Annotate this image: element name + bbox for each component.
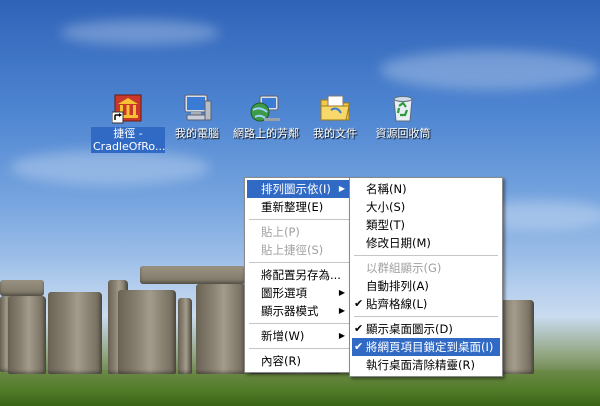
menu-item-label: 重新整理(E) bbox=[261, 200, 324, 214]
menu-item-label: 貼上(P) bbox=[261, 225, 300, 239]
desktop-icon-my-computer[interactable]: 我的電腦 bbox=[160, 92, 234, 140]
menu-item-label: 顯示桌面圖示(D) bbox=[366, 322, 453, 336]
menu-item-label: 貼上捷徑(S) bbox=[261, 243, 324, 257]
menu-item-label: 大小(S) bbox=[366, 200, 406, 214]
desktop-icon-recycle-bin[interactable]: 資源回收筒 bbox=[366, 92, 440, 140]
menu-separator bbox=[249, 219, 349, 220]
menu-item-label: 將配置另存為... bbox=[261, 268, 341, 282]
menu-item-save-layout[interactable]: 將配置另存為... bbox=[247, 266, 351, 284]
cloud bbox=[10, 150, 210, 185]
menu-item-label: 貼齊格線(L) bbox=[366, 297, 428, 311]
menu-item-properties[interactable]: 內容(R) bbox=[247, 352, 351, 370]
menu-item-label: 顯示器模式 bbox=[261, 304, 319, 318]
menu-item-label: 圖形選項 bbox=[261, 286, 307, 300]
menu-item-display-mode[interactable]: 顯示器模式 ▶ bbox=[247, 302, 351, 320]
desktop-icon-label: 資源回收筒 bbox=[375, 127, 431, 140]
submenu-item-modified[interactable]: 修改日期(M) bbox=[352, 234, 500, 252]
lintel-stone bbox=[140, 266, 245, 284]
desktop-icon-label: 我的電腦 bbox=[175, 127, 219, 140]
menu-item-label: 修改日期(M) bbox=[366, 236, 431, 250]
checkmark-icon: ✔ bbox=[354, 322, 364, 335]
menu-item-graphics-options[interactable]: 圖形選項 ▶ bbox=[247, 284, 351, 302]
submenu-item-align-to-grid[interactable]: ✔ 貼齊格線(L) bbox=[352, 295, 500, 313]
menu-item-refresh[interactable]: 重新整理(E) bbox=[247, 198, 351, 216]
cloud bbox=[380, 50, 600, 90]
menu-item-label: 類型(T) bbox=[366, 218, 405, 232]
recycle-bin-icon bbox=[387, 92, 419, 124]
my-documents-icon bbox=[319, 92, 351, 124]
network-places-icon bbox=[250, 92, 282, 124]
context-menu: 排列圖示依(I) ▶ 重新整理(E) 貼上(P) 貼上捷徑(S) 將配置另存為.… bbox=[244, 177, 354, 373]
shortcut-bank-icon bbox=[111, 92, 144, 124]
menu-separator bbox=[354, 255, 498, 256]
standing-stone bbox=[178, 298, 192, 374]
menu-item-label: 新增(W) bbox=[261, 329, 305, 343]
menu-item-label: 將網頁項目鎖定到桌面(I) bbox=[366, 340, 494, 354]
menu-item-label: 以群組顯示(G) bbox=[366, 261, 442, 275]
desktop-icon-shortcut[interactable]: 捷徑 - CradleOfRo... bbox=[91, 92, 165, 153]
my-computer-icon bbox=[181, 92, 213, 124]
submenu-item-cleanup-wizard[interactable]: 執行桌面清除精靈(R) bbox=[352, 356, 500, 374]
submenu-arrow-icon: ▶ bbox=[338, 288, 345, 297]
submenu-item-type[interactable]: 類型(T) bbox=[352, 216, 500, 234]
cloud bbox=[60, 20, 220, 45]
menu-item-new[interactable]: 新增(W) ▶ bbox=[247, 327, 351, 345]
desktop-icon-network-places[interactable]: 網路上的芳鄰 bbox=[229, 92, 303, 140]
menu-separator bbox=[249, 323, 349, 324]
menu-item-paste[interactable]: 貼上(P) bbox=[247, 223, 351, 241]
desktop-icon-label: 網路上的芳鄰 bbox=[233, 127, 299, 140]
submenu-arrow-icon: ▶ bbox=[338, 306, 345, 315]
menu-item-label: 自動排列(A) bbox=[366, 279, 429, 293]
menu-item-label: 排列圖示依(I) bbox=[261, 182, 331, 196]
arrange-icons-submenu: 名稱(N) 大小(S) 類型(T) 修改日期(M) 以群組顯示(G) 自動排列(… bbox=[349, 177, 503, 377]
checkmark-icon: ✔ bbox=[354, 297, 364, 310]
menu-item-arrange-icons[interactable]: 排列圖示依(I) ▶ bbox=[247, 180, 351, 198]
submenu-arrow-icon: ▶ bbox=[338, 331, 345, 340]
submenu-item-show-desktop-icons[interactable]: ✔ 顯示桌面圖示(D) bbox=[352, 320, 500, 338]
submenu-arrow-icon: ▶ bbox=[338, 184, 345, 193]
standing-stone bbox=[48, 292, 102, 374]
submenu-item-auto-arrange[interactable]: 自動排列(A) bbox=[352, 277, 500, 295]
menu-item-label: 名稱(N) bbox=[366, 182, 407, 196]
menu-separator bbox=[249, 262, 349, 263]
desktop[interactable]: 捷徑 - CradleOfRo... 我的電腦 網路上的芳鄰 我的文件 資源回收… bbox=[0, 0, 600, 406]
menu-separator bbox=[354, 316, 498, 317]
submenu-item-size[interactable]: 大小(S) bbox=[352, 198, 500, 216]
desktop-icon-my-documents[interactable]: 我的文件 bbox=[298, 92, 372, 140]
lintel-stone bbox=[0, 280, 44, 296]
grass-ground bbox=[0, 370, 600, 406]
menu-item-paste-shortcut[interactable]: 貼上捷徑(S) bbox=[247, 241, 351, 259]
submenu-item-show-in-groups[interactable]: 以群組顯示(G) bbox=[352, 259, 500, 277]
standing-stone bbox=[196, 284, 246, 374]
menu-separator bbox=[249, 348, 349, 349]
standing-stone bbox=[8, 296, 46, 374]
desktop-icon-label: 我的文件 bbox=[313, 127, 357, 140]
submenu-item-name[interactable]: 名稱(N) bbox=[352, 180, 500, 198]
submenu-item-lock-web-items[interactable]: ✔ 將網頁項目鎖定到桌面(I) bbox=[352, 338, 500, 356]
menu-item-label: 內容(R) bbox=[261, 354, 301, 368]
desktop-icon-label: 捷徑 - CradleOfRo... bbox=[91, 127, 166, 153]
standing-stone bbox=[118, 290, 176, 374]
menu-item-label: 執行桌面清除精靈(R) bbox=[366, 358, 475, 372]
checkmark-icon: ✔ bbox=[354, 340, 364, 353]
